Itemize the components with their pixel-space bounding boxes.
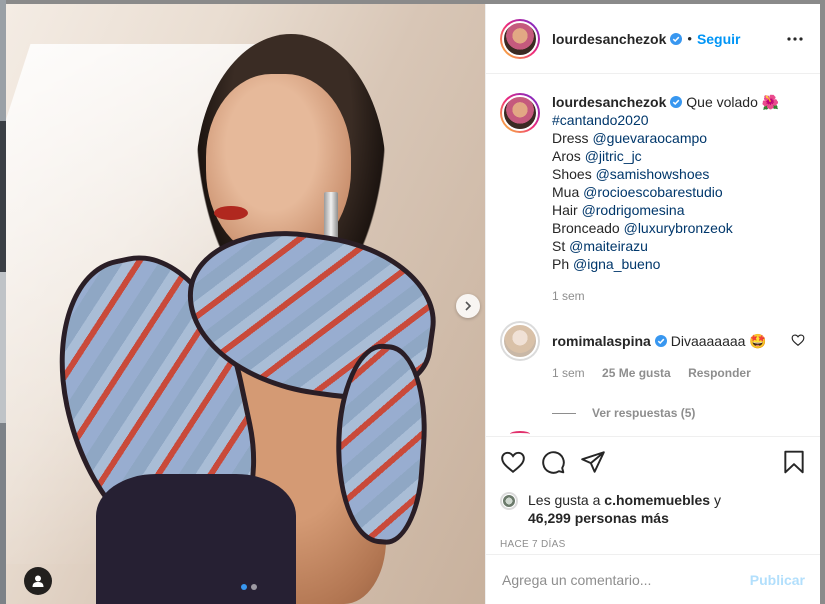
post-header: lourdesanchezok • Seguir [486, 4, 821, 74]
more-options-button[interactable] [785, 29, 805, 49]
mention-link[interactable]: @samishowshoes [596, 166, 710, 182]
caption-line: Mua @rocioescobarestudio [552, 184, 723, 200]
post-side-panel: lourdesanchezok • Seguir lourdesanchezok… [485, 4, 821, 604]
post-media[interactable] [6, 4, 485, 604]
follow-button[interactable]: Seguir [697, 31, 741, 47]
likes-summary: Les gusta a c.homemuebles y 46,299 perso… [500, 491, 807, 527]
mention-link[interactable]: @luxurybronzeok [624, 220, 733, 236]
photo-dress [96, 474, 296, 604]
more-options-icon [787, 36, 803, 41]
mention-link[interactable]: @rodrigomesina [582, 202, 685, 218]
comment-body: romimalaspina Divaaaaaaa 🤩 1 sem 25 Me g… [552, 321, 791, 382]
mention-link[interactable]: @jitric_jc [585, 148, 642, 164]
action-icons [500, 447, 807, 477]
verified-badge-icon [654, 335, 667, 347]
caption-line: Bronceado @luxurybronzeok [552, 220, 733, 236]
verified-badge-icon [670, 96, 683, 108]
comment-age[interactable]: 1 sem [552, 366, 585, 380]
likes-prefix: Les gusta a [528, 492, 605, 508]
next-comment-avatar-peek [510, 431, 530, 435]
caption-body: lourdesanchezok Que volado 🌺 #cantando20… [552, 93, 805, 305]
caption-age[interactable]: 1 sem [552, 289, 585, 303]
comment-likes[interactable]: 25 Me gusta [602, 366, 671, 380]
replies-line [552, 412, 576, 414]
caption-line: Dress @guevaraocampo [552, 130, 708, 146]
caption-line: Aros @jitric_jc [552, 148, 642, 164]
author-username[interactable]: lourdesanchezok [552, 31, 666, 47]
paper-plane-icon[interactable] [580, 449, 606, 475]
caption-line: #cantando2020 [552, 111, 805, 129]
carousel-dot [251, 584, 257, 590]
caption: lourdesanchezok Que volado 🌺 #cantando20… [500, 93, 805, 305]
author-avatar[interactable] [500, 18, 540, 59]
likes-text: Les gusta a c.homemuebles y 46,299 perso… [528, 491, 721, 527]
user-tag-icon [32, 575, 44, 587]
caption-line: Ph @igna_bueno [552, 256, 661, 272]
mention-link[interactable]: @rocioescobarestudio [583, 184, 723, 200]
comment-like-heart-icon[interactable] [791, 333, 805, 347]
bookmark-icon[interactable] [781, 449, 807, 475]
carousel-indicator [241, 584, 257, 590]
mention-link[interactable]: @maiteirazu [569, 238, 648, 254]
view-replies-label: Ver respuestas (5) [592, 406, 696, 420]
commenter-avatar[interactable] [500, 321, 540, 361]
hibiscus-emoji: 🌺 [761, 94, 780, 110]
chevron-right-icon [465, 301, 472, 311]
header-separator: • [687, 31, 692, 46]
heart-icon[interactable] [500, 449, 526, 475]
comment-text: Divaaaaaaa [670, 333, 746, 349]
comments-list[interactable]: lourdesanchezok Que volado 🌺 #cantando20… [486, 75, 821, 435]
caption-meta: 1 sem [552, 287, 805, 305]
likes-conjunction: y [710, 492, 721, 508]
comment-input[interactable] [502, 571, 750, 588]
mention-link[interactable]: @igna_bueno [573, 256, 660, 272]
comment-item: romimalaspina Divaaaaaaa 🤩 1 sem 25 Me g… [500, 321, 805, 382]
carousel-dot-active [241, 584, 247, 590]
caption-text: Que volado [686, 94, 758, 110]
star-struck-emoji: 🤩 [749, 333, 767, 349]
publish-button[interactable]: Publicar [750, 572, 805, 588]
comment-icon[interactable] [540, 449, 566, 475]
caption-author-username[interactable]: lourdesanchezok [552, 94, 666, 110]
post-actions: Les gusta a c.homemuebles y 46,299 perso… [486, 436, 821, 550]
caption-line: St @maiteirazu [552, 238, 648, 254]
commenter-username[interactable]: romimalaspina [552, 333, 651, 349]
likes-others[interactable]: 46,299 personas más [528, 510, 669, 526]
verified-badge-icon [670, 32, 683, 45]
caption-line: Shoes @samishowshoes [552, 166, 710, 182]
liker-username[interactable]: c.homemuebles [604, 492, 710, 508]
comment-meta: 1 sem 25 Me gusta Responder [552, 364, 791, 382]
view-replies-button[interactable]: Ver respuestas (5) [552, 406, 805, 420]
next-slide-button[interactable] [456, 294, 480, 318]
backdrop-right [820, 0, 825, 604]
hashtag-link[interactable]: #cantando2020 [552, 112, 649, 128]
tagged-users-button[interactable] [24, 567, 52, 595]
caption-line: Hair @rodrigomesina [552, 202, 685, 218]
caption-author-avatar[interactable] [500, 93, 540, 133]
photo-lips [214, 206, 248, 220]
reply-button[interactable]: Responder [688, 366, 751, 380]
liker-avatar[interactable] [500, 492, 518, 510]
add-comment-bar: Publicar [486, 554, 821, 604]
post-timestamp[interactable]: HACE 7 DÍAS [500, 539, 807, 550]
mention-link[interactable]: @guevaraocampo [592, 130, 707, 146]
